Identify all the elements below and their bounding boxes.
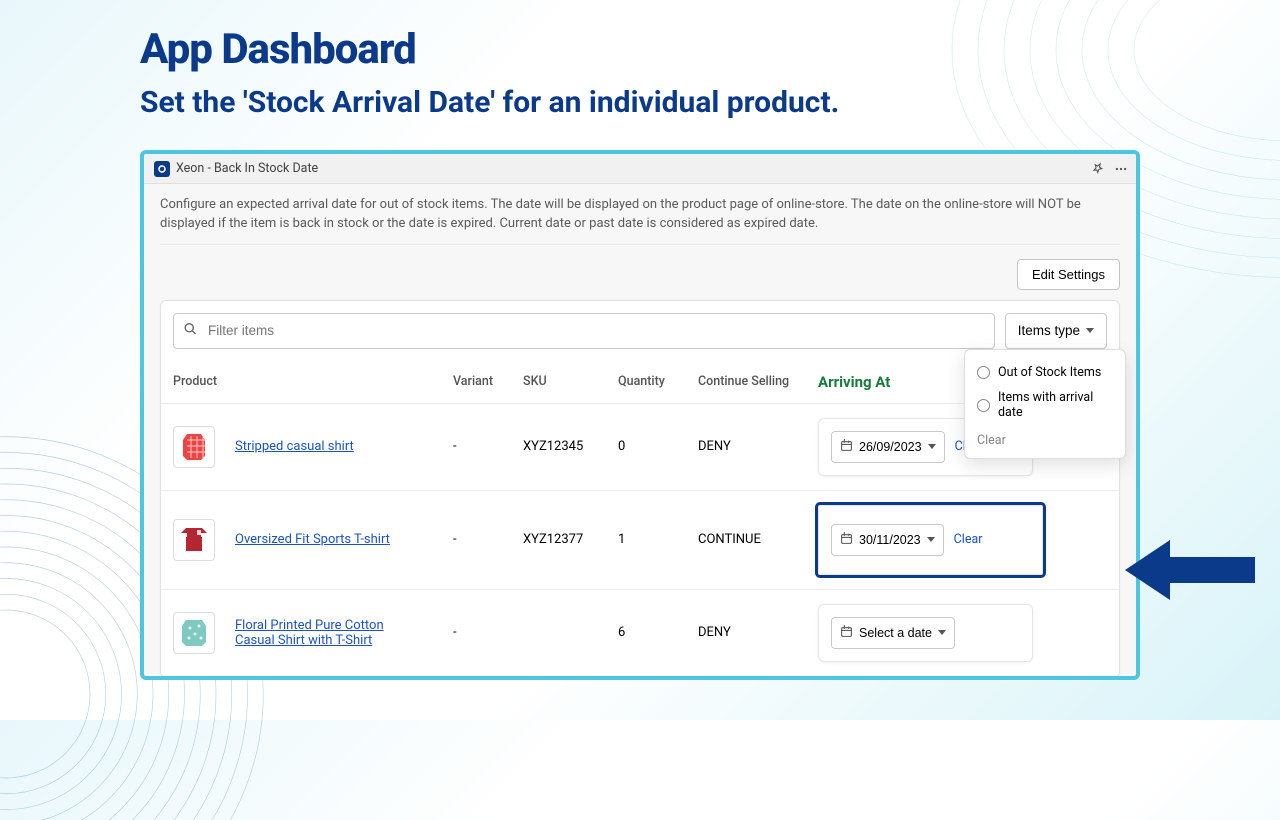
col-sku: SKU (511, 361, 606, 404)
chevron-down-icon (938, 630, 946, 635)
product-thumb (173, 612, 215, 654)
table-row: Oversized Fit Sports T-shirt - XYZ12377 … (161, 490, 1119, 589)
calendar-icon (840, 625, 853, 641)
more-icon[interactable] (1114, 162, 1128, 176)
date-picker-button[interactable]: 26/09/2023 (831, 431, 945, 463)
col-continue: Continue Selling (686, 361, 806, 404)
cell-sku: XYZ12345 (511, 403, 606, 490)
dropdown-option-out-of-stock[interactable]: Out of Stock Items (975, 360, 1115, 385)
dropdown-option-arrival-date[interactable]: Items with arrival date (975, 385, 1115, 425)
cell-qty: 1 (606, 490, 686, 589)
date-picker-button[interactable]: Select a date (831, 617, 955, 649)
app-window: Xeon - Back In Stock Date Configure an e… (140, 150, 1140, 680)
chevron-down-icon (1086, 328, 1094, 333)
app-logo-icon (154, 161, 170, 177)
date-value: Select a date (859, 626, 932, 640)
items-type-dropdown: Out of Stock Items Items with arrival da… (964, 349, 1126, 459)
col-variant: Variant (441, 361, 511, 404)
dropdown-option-label: Out of Stock Items (998, 365, 1101, 380)
titlebar: Xeon - Back In Stock Date (144, 154, 1136, 184)
product-thumb (173, 519, 215, 561)
cell-continue: DENY (686, 403, 806, 490)
date-picker-button[interactable]: 30/11/2023 (831, 524, 944, 556)
cell-continue: CONTINUE (686, 490, 806, 589)
titlebar-title: Xeon - Back In Stock Date (176, 161, 318, 176)
cell-variant: - (441, 490, 511, 589)
pin-icon[interactable] (1090, 162, 1104, 176)
edit-settings-button[interactable]: Edit Settings (1017, 259, 1120, 290)
table-row: Floral Printed Pure Cotton Casual Shirt … (161, 589, 1119, 676)
filter-input[interactable] (173, 313, 995, 349)
clear-date-link[interactable]: Clear (954, 532, 983, 547)
product-link[interactable]: Oversized Fit Sports T-shirt (235, 532, 390, 547)
cell-qty: 6 (606, 589, 686, 676)
dropdown-clear[interactable]: Clear (975, 425, 1115, 450)
page-subhead: Set the 'Stock Arrival Date' for an indi… (140, 85, 839, 120)
cell-qty: 0 (606, 403, 686, 490)
date-value: 26/09/2023 (859, 440, 922, 454)
calendar-icon (840, 532, 853, 548)
calendar-icon (840, 439, 853, 455)
chevron-down-icon (928, 444, 936, 449)
page-headline: App Dashboard (140, 25, 416, 74)
cell-continue: DENY (686, 589, 806, 676)
cell-sku (511, 589, 606, 676)
items-type-label: Items type (1018, 323, 1080, 338)
items-type-button[interactable]: Items type (1005, 313, 1107, 349)
callout-arrow-icon (1125, 535, 1255, 605)
date-value: 30/11/2023 (859, 533, 921, 547)
radio-icon (977, 366, 990, 379)
description-text: Configure an expected arrival date for o… (160, 196, 1120, 245)
col-quantity: Quantity (606, 361, 686, 404)
arrival-date-card: 30/11/2023 Clear (818, 505, 1043, 575)
product-link[interactable]: Stripped casual shirt (235, 439, 354, 454)
cell-sku: XYZ12377 (511, 490, 606, 589)
product-link[interactable]: Floral Printed Pure Cotton Casual Shirt … (235, 618, 410, 648)
cell-variant: - (441, 589, 511, 676)
chevron-down-icon (927, 537, 935, 542)
product-thumb (173, 426, 215, 468)
col-product: Product (161, 361, 441, 404)
radio-icon (977, 399, 990, 412)
arrival-date-card: Select a date (818, 604, 1033, 662)
cell-variant: - (441, 403, 511, 490)
dropdown-option-label: Items with arrival date (998, 390, 1113, 420)
search-icon (183, 321, 198, 340)
